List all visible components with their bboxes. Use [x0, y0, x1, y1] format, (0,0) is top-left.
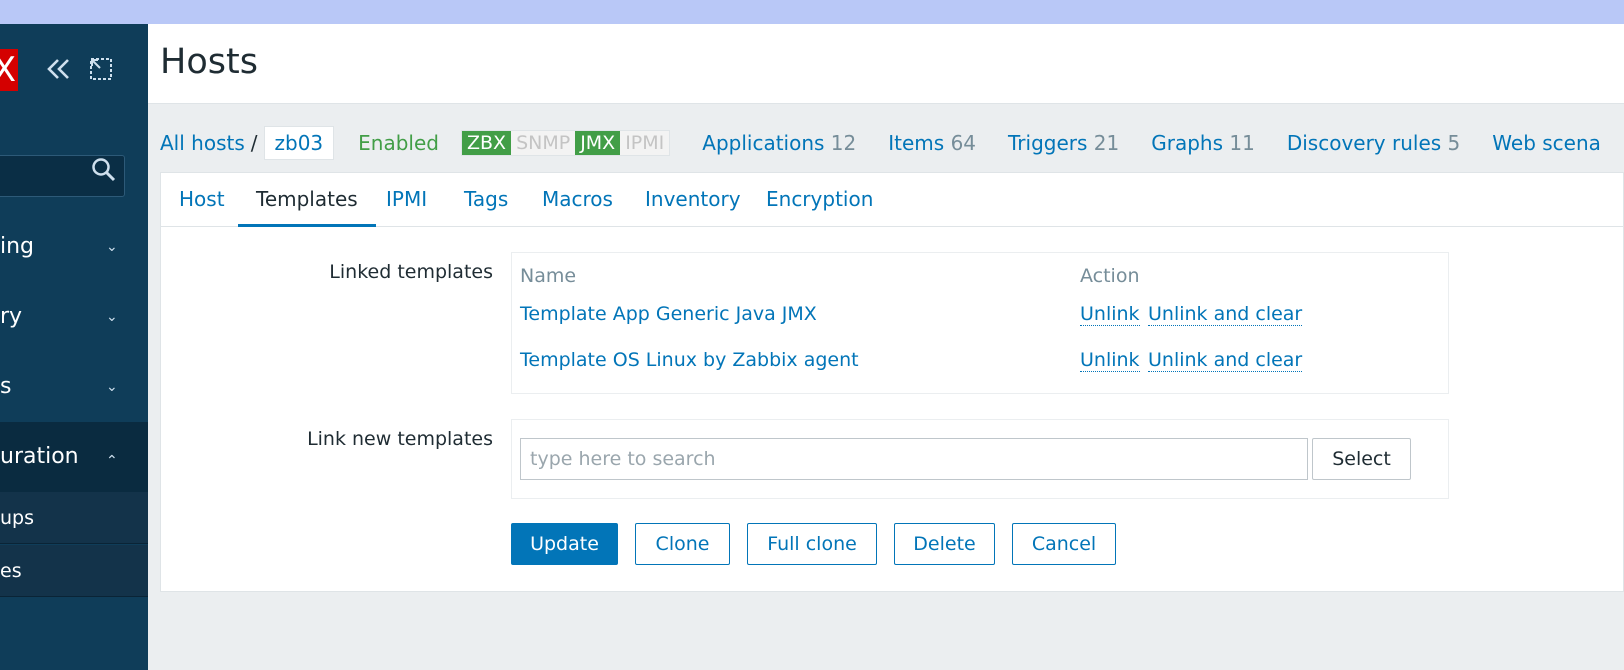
- sidebar-item-monitoring[interactable]: ing ⌄: [0, 212, 148, 282]
- breadcrumb-all-hosts[interactable]: All hosts: [160, 131, 245, 155]
- full-clone-button[interactable]: Full clone: [747, 523, 877, 565]
- breadcrumb-host-name[interactable]: zb03: [263, 126, 335, 160]
- unlink-link[interactable]: Unlink: [1080, 349, 1140, 372]
- delete-button[interactable]: Delete: [894, 523, 995, 565]
- availability-zbx: ZBX: [461, 131, 512, 155]
- page-header: Hosts: [148, 24, 1624, 104]
- unlink-and-clear-link[interactable]: Unlink and clear: [1148, 303, 1303, 326]
- sidebar-item-label: s: [0, 374, 12, 399]
- nav-link-count: 64: [950, 131, 977, 155]
- nav-link-count: 21: [1093, 131, 1120, 155]
- tab-macros[interactable]: Macros: [524, 173, 631, 227]
- select-button[interactable]: Select: [1312, 438, 1411, 480]
- template-search-input[interactable]: [520, 438, 1308, 480]
- search-icon[interactable]: [91, 157, 117, 183]
- nav-link-label: Items: [888, 131, 945, 155]
- link-new-templates-label: Link new templates: [307, 428, 493, 450]
- chevron-down-icon: ⌄: [106, 379, 118, 395]
- linked-template-name[interactable]: Template OS Linux by Zabbix agent: [520, 349, 859, 371]
- nav-web-scenarios[interactable]: Web scena: [1492, 131, 1601, 155]
- sidebar-item-label: ing: [0, 234, 35, 259]
- link-new-templates-box: Select: [511, 419, 1449, 499]
- nav-discovery-rules[interactable]: Discovery rules 5: [1287, 131, 1460, 155]
- column-header-name: Name: [520, 265, 577, 287]
- chevron-down-icon: ⌄: [106, 309, 118, 325]
- main-content: Hosts All hosts / zb03 Enabled ZBX SNMP …: [148, 24, 1624, 670]
- availability-indicators: ZBX SNMP JMX IPMI: [460, 130, 671, 156]
- nav-triggers[interactable]: Triggers 21: [1008, 131, 1119, 155]
- sidebar-item-label: uration: [0, 444, 79, 469]
- nav-applications[interactable]: Applications 12: [702, 131, 856, 155]
- nav-link-label: Applications: [702, 131, 825, 155]
- page-title: Hosts: [160, 42, 258, 82]
- sidebar-subitem-host-groups[interactable]: ups: [0, 492, 148, 544]
- host-status[interactable]: Enabled: [358, 131, 439, 155]
- tab-templates[interactable]: Templates: [238, 173, 376, 227]
- zabbix-logo[interactable]: X: [0, 49, 18, 91]
- tab-bar: Host Templates IPMI Tags Macros Inventor…: [161, 173, 1623, 227]
- tab-inventory[interactable]: Inventory: [627, 173, 759, 227]
- unlink-link[interactable]: Unlink: [1080, 303, 1140, 326]
- sidebar: X ing ⌄ ry ⌄ s ⌄ uration ⌃ ups es: [0, 24, 148, 670]
- nav-items[interactable]: Items 64: [888, 131, 976, 155]
- sidebar-subitem-label: ups: [0, 507, 35, 529]
- nav-link-count: 12: [830, 131, 857, 155]
- host-navigation-bar: All hosts / zb03 Enabled ZBX SNMP JMX IP…: [160, 124, 1601, 162]
- tab-tags[interactable]: Tags: [446, 173, 526, 227]
- availability-snmp: SNMP: [511, 131, 576, 155]
- tab-ipmi[interactable]: IPMI: [368, 173, 445, 227]
- nav-link-label: Web scena: [1492, 131, 1601, 155]
- availability-jmx: JMX: [575, 131, 621, 155]
- host-form-panel: Host Templates IPMI Tags Macros Inventor…: [160, 172, 1624, 592]
- sidebar-item-inventory[interactable]: ry ⌄: [0, 282, 148, 352]
- update-button[interactable]: Update: [511, 523, 618, 565]
- breadcrumb-separator: /: [250, 131, 258, 155]
- nav-link-count: 5: [1447, 131, 1461, 155]
- nav-graphs[interactable]: Graphs 11: [1151, 131, 1255, 155]
- column-header-action: Action: [1080, 265, 1140, 287]
- nav-link-label: Graphs: [1151, 131, 1224, 155]
- linked-template-name[interactable]: Template App Generic Java JMX: [520, 303, 817, 325]
- sidebar-subitem-label: es: [0, 560, 22, 582]
- linked-templates-table: Name Action Template App Generic Java JM…: [511, 252, 1449, 394]
- tab-host[interactable]: Host: [161, 173, 243, 227]
- nav-link-count: 11: [1229, 131, 1255, 155]
- chevron-down-icon: ⌄: [106, 239, 118, 255]
- sidebar-item-configuration[interactable]: uration ⌃: [0, 422, 148, 492]
- sidebar-subitem-templates[interactable]: es: [0, 545, 148, 597]
- availability-ipmi: IPMI: [620, 131, 670, 155]
- cancel-button[interactable]: Cancel: [1012, 523, 1116, 565]
- clone-button[interactable]: Clone: [635, 523, 730, 565]
- tab-encryption[interactable]: Encryption: [748, 173, 891, 227]
- linked-templates-label: Linked templates: [329, 261, 493, 283]
- sidebar-item-reports[interactable]: s ⌄: [0, 352, 148, 422]
- fullscreen-icon[interactable]: [88, 56, 114, 82]
- nav-link-label: Triggers: [1008, 131, 1088, 155]
- nav-link-label: Discovery rules: [1286, 131, 1442, 155]
- double-chevron-left-icon[interactable]: [44, 54, 74, 84]
- sidebar-item-label: ry: [0, 304, 23, 329]
- chevron-up-icon: ⌃: [106, 453, 118, 469]
- unlink-and-clear-link[interactable]: Unlink and clear: [1148, 349, 1303, 372]
